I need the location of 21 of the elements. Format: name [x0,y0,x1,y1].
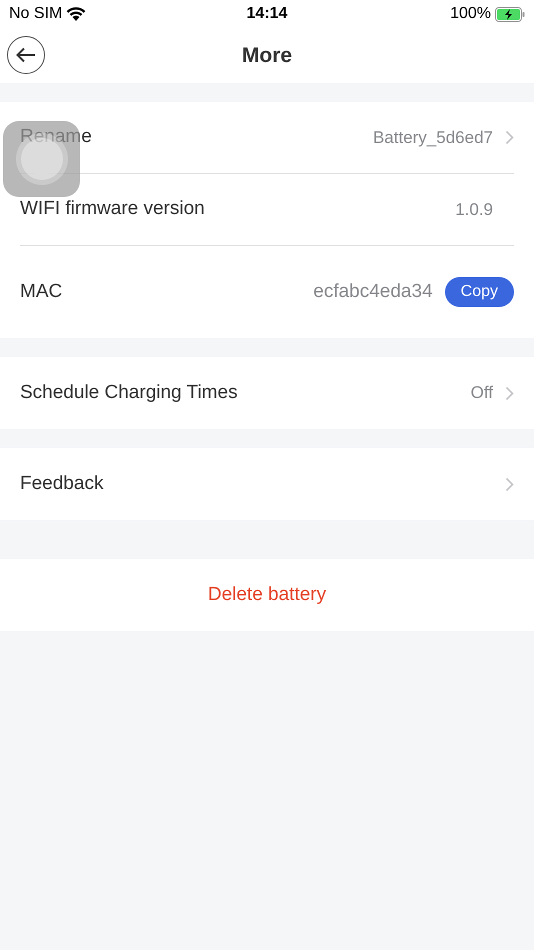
chevron-right-icon [505,130,514,145]
page-title: More [242,42,292,69]
row-value: 1.0.9 [455,198,493,221]
status-time: 14:14 [246,4,288,24]
row-label: Schedule Charging Times [20,380,239,405]
wifi-icon [66,6,86,22]
row-label: MAC [20,280,64,304]
row-label: WIFI firmware version [20,197,206,222]
row-label: Feedback [20,472,104,496]
row-value: Off [470,382,493,404]
delete-button[interactable]: Delete battery [0,559,534,631]
row-label: Rename [20,125,93,150]
row-value: Battery_5d6ed7 [372,126,493,149]
battery-percent: 100% [450,4,491,24]
carrier-label: No SIM [9,4,62,24]
copy-button[interactable]: Copy [444,277,514,307]
chevron-right-icon [505,386,514,400]
back-button[interactable] [7,36,45,74]
chevron-right-icon [505,476,514,492]
back-arrow-icon [16,47,36,63]
row-value: ecfabc4eda34 [313,280,433,304]
